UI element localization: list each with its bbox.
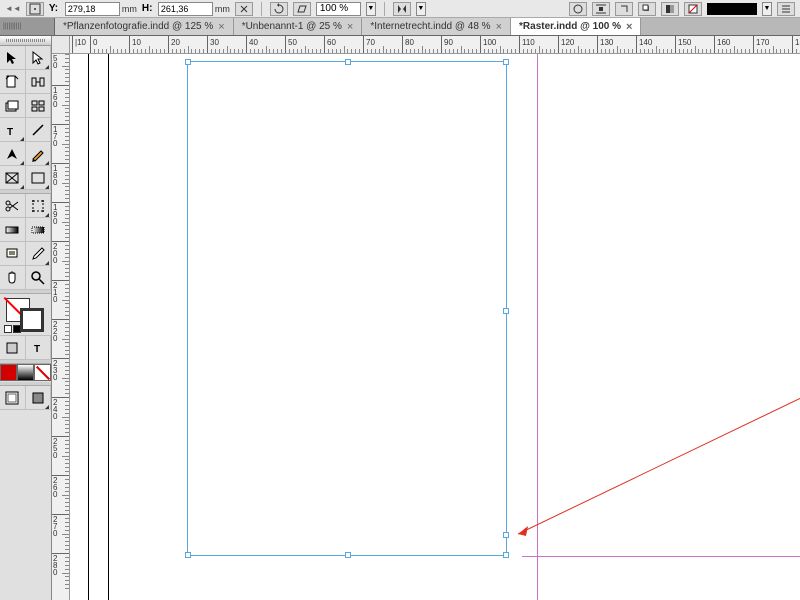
pen-tool[interactable] — [0, 142, 26, 166]
tab-pflanzenfotografie[interactable]: *Pflanzenfotografie.indd @ 125 % × — [55, 18, 234, 35]
drop-shadow-icon[interactable] — [638, 2, 656, 16]
rotate-icon[interactable] — [270, 2, 288, 16]
rectangle-tool[interactable] — [26, 166, 52, 190]
canvas[interactable] — [70, 54, 800, 600]
apply-color-red[interactable] — [0, 364, 17, 381]
ruler-origin[interactable] — [52, 36, 70, 54]
ruler-vertical[interactable]: 1501601701801902002102202302402502602702… — [52, 54, 70, 600]
flip-dropdown[interactable]: ▼ — [416, 2, 426, 16]
view-mode-normal[interactable] — [0, 386, 26, 410]
tool-panel-grip[interactable] — [0, 36, 51, 46]
rectangle-frame-tool[interactable] — [0, 166, 26, 190]
line-tool[interactable] — [26, 118, 52, 142]
direct-selection-tool[interactable] — [26, 46, 52, 70]
content-placer-tool[interactable] — [26, 94, 52, 118]
ruler-horizontal[interactable]: |100102030405060708090100110120130140150… — [52, 36, 800, 54]
hand-tool[interactable] — [0, 266, 26, 290]
tab-unbenannt[interactable]: *Unbenannt-1 @ 25 % × — [234, 18, 363, 35]
selected-frame[interactable] — [187, 61, 507, 556]
type-tool[interactable]: T — [0, 118, 26, 142]
close-icon[interactable]: × — [496, 21, 502, 33]
y-input[interactable] — [65, 2, 120, 16]
zoom-tool[interactable] — [26, 266, 52, 290]
document-tabs: |||||||||| *Pflanzenfotografie.indd @ 12… — [0, 18, 800, 36]
control-bar: ◄◄ Y: mm H: mm 100 % ▼ ▼ — [0, 0, 800, 18]
gradient-swatch-tool[interactable] — [0, 218, 26, 242]
apply-color-row — [0, 364, 51, 382]
effects-icon[interactable] — [569, 2, 587, 16]
stroke-preview[interactable] — [707, 3, 757, 15]
gap-tool[interactable] — [26, 70, 52, 94]
gradient-feather-tool[interactable] — [26, 218, 52, 242]
opacity-icon[interactable] — [661, 2, 679, 16]
guide-horizontal[interactable] — [522, 556, 800, 557]
h-label: H: — [142, 3, 156, 14]
tab-raster[interactable]: *Raster.indd @ 100 % × — [511, 18, 641, 35]
content-collector-tool[interactable] — [0, 94, 26, 118]
stroke-dropdown[interactable]: ▼ — [762, 2, 772, 16]
shear-icon[interactable] — [293, 2, 311, 16]
close-icon[interactable]: × — [347, 21, 353, 33]
svg-text:T: T — [34, 344, 40, 355]
selection-tool[interactable] — [0, 46, 26, 70]
apply-none[interactable] — [34, 364, 51, 381]
close-icon[interactable]: × — [626, 21, 632, 33]
formatting-container-icon[interactable] — [0, 336, 26, 360]
stroke-none-icon[interactable] — [684, 2, 702, 16]
tool-panel: T T — [0, 36, 52, 600]
corner-icon[interactable] — [615, 2, 633, 16]
guide-vertical[interactable] — [537, 54, 538, 600]
free-transform-tool[interactable] — [26, 194, 52, 218]
page-tool[interactable] — [0, 70, 26, 94]
tab-internetrecht[interactable]: *Internetrecht.indd @ 48 % × — [362, 18, 511, 35]
scissors-tool[interactable] — [0, 194, 26, 218]
reference-point-icon[interactable] — [26, 2, 44, 16]
h-input[interactable] — [158, 2, 213, 16]
panel-collapse[interactable]: |||||||||| — [0, 18, 55, 35]
menu-icon[interactable] — [777, 2, 795, 16]
page-left-edge — [88, 54, 89, 600]
view-mode-preview[interactable] — [26, 386, 52, 410]
wrap-icon[interactable] — [592, 2, 610, 16]
pencil-tool[interactable] — [26, 142, 52, 166]
formatting-text-icon[interactable]: T — [26, 336, 52, 360]
y-coord: Y: mm — [49, 2, 137, 16]
fill-stroke-swatch[interactable] — [0, 294, 51, 336]
zoom-dropdown[interactable]: ▼ — [366, 2, 376, 16]
close-icon[interactable]: × — [218, 21, 224, 33]
y-label: Y: — [49, 3, 63, 14]
page-spine — [108, 54, 109, 600]
eyedropper-tool[interactable] — [26, 242, 52, 266]
flip-h-icon[interactable] — [393, 2, 411, 16]
svg-text:T: T — [7, 127, 13, 138]
note-tool[interactable] — [0, 242, 26, 266]
constrain-icon[interactable] — [235, 2, 253, 16]
h-coord: H: mm — [142, 2, 230, 16]
zoom-display[interactable]: 100 % — [316, 2, 361, 16]
apply-color-black[interactable] — [17, 364, 34, 381]
